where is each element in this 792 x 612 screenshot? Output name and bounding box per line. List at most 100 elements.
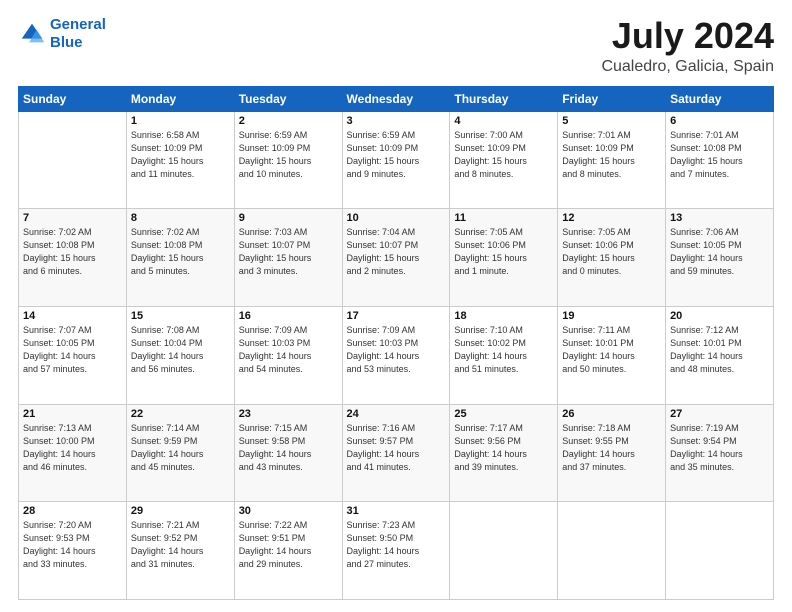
table-row bbox=[666, 502, 774, 600]
day-number: 1 bbox=[131, 115, 230, 127]
day-info: Sunrise: 7:06 AM Sunset: 10:05 PM Daylig… bbox=[670, 226, 769, 278]
day-info: Sunrise: 7:09 AM Sunset: 10:03 PM Daylig… bbox=[347, 324, 446, 376]
table-row: 29 Sunrise: 7:21 AM Sunset: 9:52 PM Dayli… bbox=[126, 502, 234, 600]
day-number: 25 bbox=[454, 408, 553, 420]
table-row bbox=[19, 111, 127, 209]
day-info: Sunrise: 7:02 AM Sunset: 10:08 PM Daylig… bbox=[131, 226, 230, 278]
day-info: Sunrise: 7:10 AM Sunset: 10:02 PM Daylig… bbox=[454, 324, 553, 376]
title-block: July 2024 Cualedro, Galicia, Spain bbox=[601, 16, 774, 76]
logo-icon bbox=[18, 20, 46, 48]
day-info: Sunrise: 7:19 AM Sunset: 9:54 PM Dayligh… bbox=[670, 422, 769, 474]
col-friday: Friday bbox=[558, 86, 666, 111]
day-number: 6 bbox=[670, 115, 769, 127]
table-row: 20 Sunrise: 7:12 AM Sunset: 10:01 PM Dayl… bbox=[666, 306, 774, 404]
main-title: July 2024 bbox=[601, 16, 774, 56]
table-row: 12Sunrise: 7:05 AM Sunset: 10:06 PM Dayl… bbox=[558, 209, 666, 307]
day-number: 22 bbox=[131, 408, 230, 420]
day-number: 16 bbox=[239, 310, 338, 322]
table-row: 8Sunrise: 7:02 AM Sunset: 10:08 PM Dayli… bbox=[126, 209, 234, 307]
table-row: 22 Sunrise: 7:14 AM Sunset: 9:59 PM Dayli… bbox=[126, 404, 234, 502]
calendar-week-row: 7Sunrise: 7:02 AM Sunset: 10:08 PM Dayli… bbox=[19, 209, 774, 307]
day-info: Sunrise: 7:17 AM Sunset: 9:56 PM Dayligh… bbox=[454, 422, 553, 474]
table-row: 1 Sunrise: 6:58 AM Sunset: 10:09 PM Dayli… bbox=[126, 111, 234, 209]
day-number: 31 bbox=[347, 505, 446, 517]
table-row: 10 Sunrise: 7:04 AM Sunset: 10:07 PM Dayl… bbox=[342, 209, 450, 307]
col-saturday: Saturday bbox=[666, 86, 774, 111]
table-row: 9Sunrise: 7:03 AM Sunset: 10:07 PM Dayli… bbox=[234, 209, 342, 307]
table-row: 7Sunrise: 7:02 AM Sunset: 10:08 PM Dayli… bbox=[19, 209, 127, 307]
table-row: 18 Sunrise: 7:10 AM Sunset: 10:02 PM Dayl… bbox=[450, 306, 558, 404]
table-row: 25 Sunrise: 7:17 AM Sunset: 9:56 PM Dayli… bbox=[450, 404, 558, 502]
day-info: Sunrise: 7:14 AM Sunset: 9:59 PM Dayligh… bbox=[131, 422, 230, 474]
table-row: 24Sunrise: 7:16 AM Sunset: 9:57 PM Dayli… bbox=[342, 404, 450, 502]
day-number: 15 bbox=[131, 310, 230, 322]
day-number: 29 bbox=[131, 505, 230, 517]
day-info: Sunrise: 6:59 AM Sunset: 10:09 PM Daylig… bbox=[239, 129, 338, 181]
day-number: 21 bbox=[23, 408, 122, 420]
table-row: 31Sunrise: 7:23 AM Sunset: 9:50 PM Dayli… bbox=[342, 502, 450, 600]
logo-line1: General bbox=[50, 16, 106, 33]
logo-text: General Blue bbox=[50, 16, 106, 52]
day-number: 13 bbox=[670, 212, 769, 224]
day-info: Sunrise: 7:02 AM Sunset: 10:08 PM Daylig… bbox=[23, 226, 122, 278]
subtitle: Cualedro, Galicia, Spain bbox=[601, 58, 774, 76]
table-row: 4 Sunrise: 7:00 AM Sunset: 10:09 PM Dayli… bbox=[450, 111, 558, 209]
table-row: 27 Sunrise: 7:19 AM Sunset: 9:54 PM Dayli… bbox=[666, 404, 774, 502]
day-info: Sunrise: 7:03 AM Sunset: 10:07 PM Daylig… bbox=[239, 226, 338, 278]
day-info: Sunrise: 7:13 AM Sunset: 10:00 PM Daylig… bbox=[23, 422, 122, 474]
day-info: Sunrise: 7:12 AM Sunset: 10:01 PM Daylig… bbox=[670, 324, 769, 376]
calendar-table: Sunday Monday Tuesday Wednesday Thursday… bbox=[18, 86, 774, 600]
day-number: 20 bbox=[670, 310, 769, 322]
calendar-week-row: 1 Sunrise: 6:58 AM Sunset: 10:09 PM Dayli… bbox=[19, 111, 774, 209]
col-tuesday: Tuesday bbox=[234, 86, 342, 111]
day-info: Sunrise: 7:05 AM Sunset: 10:06 PM Daylig… bbox=[562, 226, 661, 278]
calendar-header-row: Sunday Monday Tuesday Wednesday Thursday… bbox=[19, 86, 774, 111]
day-number: 10 bbox=[347, 212, 446, 224]
day-info: Sunrise: 7:05 AM Sunset: 10:06 PM Daylig… bbox=[454, 226, 553, 278]
day-number: 24 bbox=[347, 408, 446, 420]
table-row: 19Sunrise: 7:11 AM Sunset: 10:01 PM Dayl… bbox=[558, 306, 666, 404]
day-number: 14 bbox=[23, 310, 122, 322]
table-row: 16 Sunrise: 7:09 AM Sunset: 10:03 PM Dayl… bbox=[234, 306, 342, 404]
table-row: 2Sunrise: 6:59 AM Sunset: 10:09 PM Dayli… bbox=[234, 111, 342, 209]
day-number: 18 bbox=[454, 310, 553, 322]
day-number: 3 bbox=[347, 115, 446, 127]
day-info: Sunrise: 6:58 AM Sunset: 10:09 PM Daylig… bbox=[131, 129, 230, 181]
calendar-week-row: 14Sunrise: 7:07 AM Sunset: 10:05 PM Dayl… bbox=[19, 306, 774, 404]
table-row: 15 Sunrise: 7:08 AM Sunset: 10:04 PM Dayl… bbox=[126, 306, 234, 404]
day-info: Sunrise: 7:18 AM Sunset: 9:55 PM Dayligh… bbox=[562, 422, 661, 474]
day-number: 23 bbox=[239, 408, 338, 420]
day-info: Sunrise: 7:15 AM Sunset: 9:58 PM Dayligh… bbox=[239, 422, 338, 474]
day-number: 5 bbox=[562, 115, 661, 127]
day-info: Sunrise: 7:20 AM Sunset: 9:53 PM Dayligh… bbox=[23, 519, 122, 571]
day-info: Sunrise: 7:01 AM Sunset: 10:08 PM Daylig… bbox=[670, 129, 769, 181]
header: General Blue July 2024 Cualedro, Galicia… bbox=[18, 16, 774, 76]
day-info: Sunrise: 7:04 AM Sunset: 10:07 PM Daylig… bbox=[347, 226, 446, 278]
logo-line2: Blue bbox=[50, 34, 83, 51]
calendar-body: 1 Sunrise: 6:58 AM Sunset: 10:09 PM Dayli… bbox=[19, 111, 774, 599]
table-row: 23 Sunrise: 7:15 AM Sunset: 9:58 PM Dayli… bbox=[234, 404, 342, 502]
table-row: 5 Sunrise: 7:01 AM Sunset: 10:09 PM Dayli… bbox=[558, 111, 666, 209]
table-row: 6 Sunrise: 7:01 AM Sunset: 10:08 PM Dayli… bbox=[666, 111, 774, 209]
table-row: 21 Sunrise: 7:13 AM Sunset: 10:00 PM Dayl… bbox=[19, 404, 127, 502]
day-info: Sunrise: 6:59 AM Sunset: 10:09 PM Daylig… bbox=[347, 129, 446, 181]
day-info: Sunrise: 7:01 AM Sunset: 10:09 PM Daylig… bbox=[562, 129, 661, 181]
day-info: Sunrise: 7:08 AM Sunset: 10:04 PM Daylig… bbox=[131, 324, 230, 376]
table-row: 17Sunrise: 7:09 AM Sunset: 10:03 PM Dayl… bbox=[342, 306, 450, 404]
day-number: 4 bbox=[454, 115, 553, 127]
col-wednesday: Wednesday bbox=[342, 86, 450, 111]
page: General Blue July 2024 Cualedro, Galicia… bbox=[0, 0, 792, 612]
table-row: 14Sunrise: 7:07 AM Sunset: 10:05 PM Dayl… bbox=[19, 306, 127, 404]
col-monday: Monday bbox=[126, 86, 234, 111]
day-info: Sunrise: 7:00 AM Sunset: 10:09 PM Daylig… bbox=[454, 129, 553, 181]
day-number: 19 bbox=[562, 310, 661, 322]
table-row: 11 Sunrise: 7:05 AM Sunset: 10:06 PM Dayl… bbox=[450, 209, 558, 307]
day-info: Sunrise: 7:09 AM Sunset: 10:03 PM Daylig… bbox=[239, 324, 338, 376]
calendar-week-row: 28Sunrise: 7:20 AM Sunset: 9:53 PM Dayli… bbox=[19, 502, 774, 600]
day-number: 27 bbox=[670, 408, 769, 420]
day-number: 11 bbox=[454, 212, 553, 224]
col-thursday: Thursday bbox=[450, 86, 558, 111]
day-info: Sunrise: 7:22 AM Sunset: 9:51 PM Dayligh… bbox=[239, 519, 338, 571]
day-number: 26 bbox=[562, 408, 661, 420]
day-info: Sunrise: 7:21 AM Sunset: 9:52 PM Dayligh… bbox=[131, 519, 230, 571]
